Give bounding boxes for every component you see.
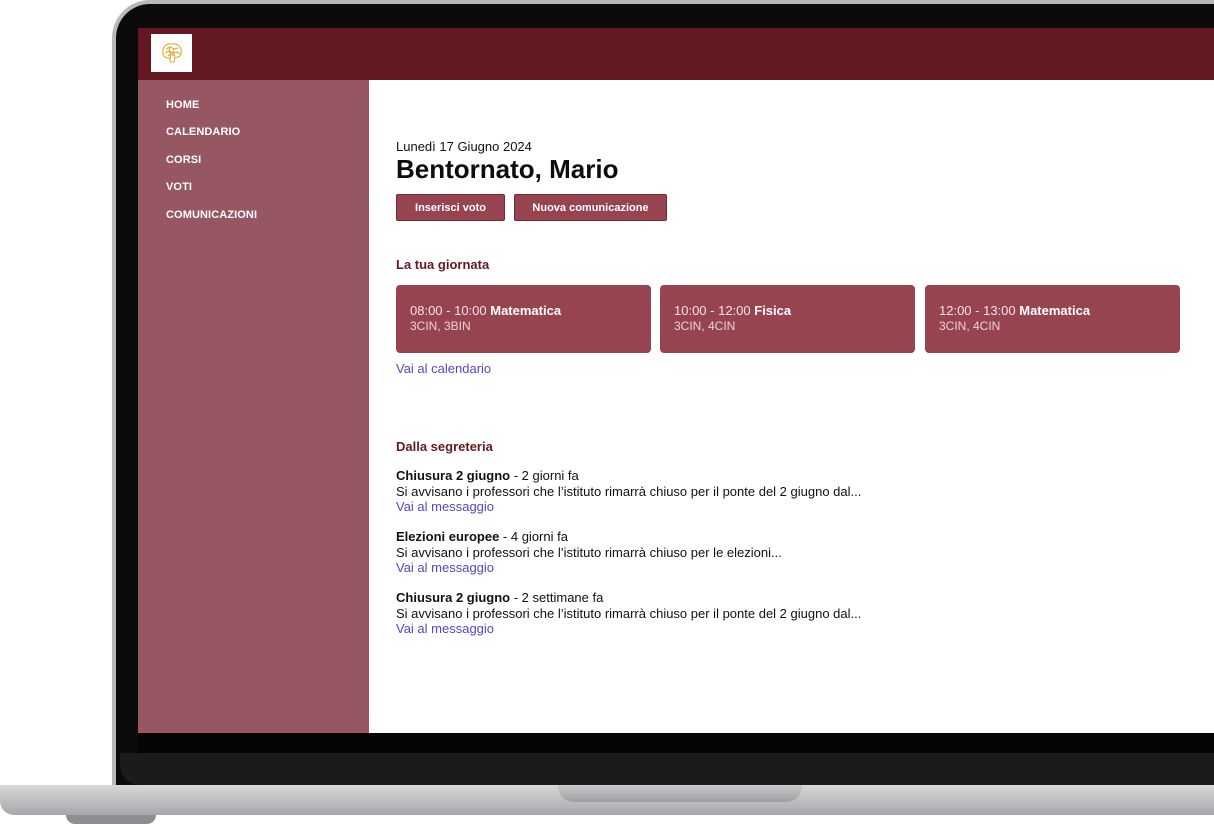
- lesson-subject: Matematica: [1019, 303, 1091, 318]
- message-age: - 4 giorni fa: [499, 529, 568, 544]
- message-title: Chiusura 2 giugno: [396, 468, 511, 483]
- lesson-subject: Matematica: [490, 303, 562, 318]
- page-title: Bentornato, Mario: [396, 154, 619, 184]
- sidebar: HOME CALENDARIO CORSI VOTI COMUNICAZIONI: [138, 80, 369, 733]
- message-preview: Si avvisano i professori che l’istituto …: [396, 605, 862, 621]
- message-item: Chiusura 2 giugno - 2 giorni fa Si avvis…: [396, 468, 1196, 515]
- lesson-classes: 3CIN, 3BIN: [410, 319, 471, 333]
- message-preview: Si avvisano i professori che l’istituto …: [396, 544, 782, 560]
- lesson-subject: Fisica: [754, 303, 792, 318]
- lesson-time: 08:00 - 10:00: [410, 303, 487, 318]
- sidebar-item-home[interactable]: HOME: [166, 99, 199, 111]
- laptop-chin: [138, 733, 1214, 753]
- laptop-foot: [66, 815, 156, 824]
- laptop-notch: [558, 785, 802, 802]
- laptop-chin-lower: [120, 753, 1214, 785]
- top-bar: [138, 28, 1214, 80]
- app-logo[interactable]: [151, 34, 192, 72]
- lesson-card[interactable]: 08:00 - 10:00 Matematica 3CIN, 3BIN: [396, 285, 651, 353]
- sidebar-item-corsi[interactable]: CORSI: [166, 154, 201, 166]
- message-preview: Si avvisano i professori che l’istituto …: [396, 483, 862, 499]
- message-link[interactable]: Vai al messaggio: [396, 499, 1196, 515]
- sidebar-item-comunicazioni[interactable]: COMUNICAZIONI: [166, 209, 257, 221]
- current-date: Lunedì 17 Giugno 2024: [396, 139, 532, 154]
- sidebar-item-calendario[interactable]: CALENDARIO: [166, 126, 240, 138]
- message-link[interactable]: Vai al messaggio: [396, 560, 1196, 576]
- office-section-title: Dalla segreteria: [396, 439, 493, 454]
- message-item: Chiusura 2 giugno - 2 settimane fa Si av…: [396, 590, 1196, 637]
- brain-icon: [161, 43, 182, 63]
- lesson-time: 12:00 - 13:00: [939, 303, 1016, 318]
- lesson-card[interactable]: 10:00 - 12:00 Fisica 3CIN, 4CIN: [660, 285, 915, 353]
- message-link[interactable]: Vai al messaggio: [396, 621, 1196, 637]
- sidebar-item-voti[interactable]: VOTI: [166, 181, 192, 193]
- lesson-classes: 3CIN, 4CIN: [674, 319, 736, 333]
- app-screen: HOME CALENDARIO CORSI VOTI COMUNICAZIONI…: [138, 28, 1214, 733]
- message-title: Elezioni europee: [396, 529, 500, 544]
- new-communication-button[interactable]: Nuova comunicazione: [514, 194, 667, 221]
- calendar-link[interactable]: Vai al calendario: [396, 361, 491, 376]
- main-content: Lunedì 17 Giugno 2024 Bentornato, Mario …: [369, 80, 1214, 733]
- insert-grade-button[interactable]: Inserisci voto: [396, 194, 505, 221]
- day-section-title: La tua giornata: [396, 257, 490, 272]
- lesson-time: 10:00 - 12:00: [674, 303, 751, 318]
- lesson-card[interactable]: 12:00 - 13:00 Matematica 3CIN, 4CIN: [925, 285, 1180, 353]
- message-item: Elezioni europee - 4 giorni fa Si avvisa…: [396, 529, 1196, 576]
- message-age: - 2 settimane fa: [510, 590, 604, 605]
- message-age: - 2 giorni fa: [510, 468, 579, 483]
- message-title: Chiusura 2 giugno: [396, 590, 511, 605]
- lesson-classes: 3CIN, 4CIN: [939, 319, 1001, 333]
